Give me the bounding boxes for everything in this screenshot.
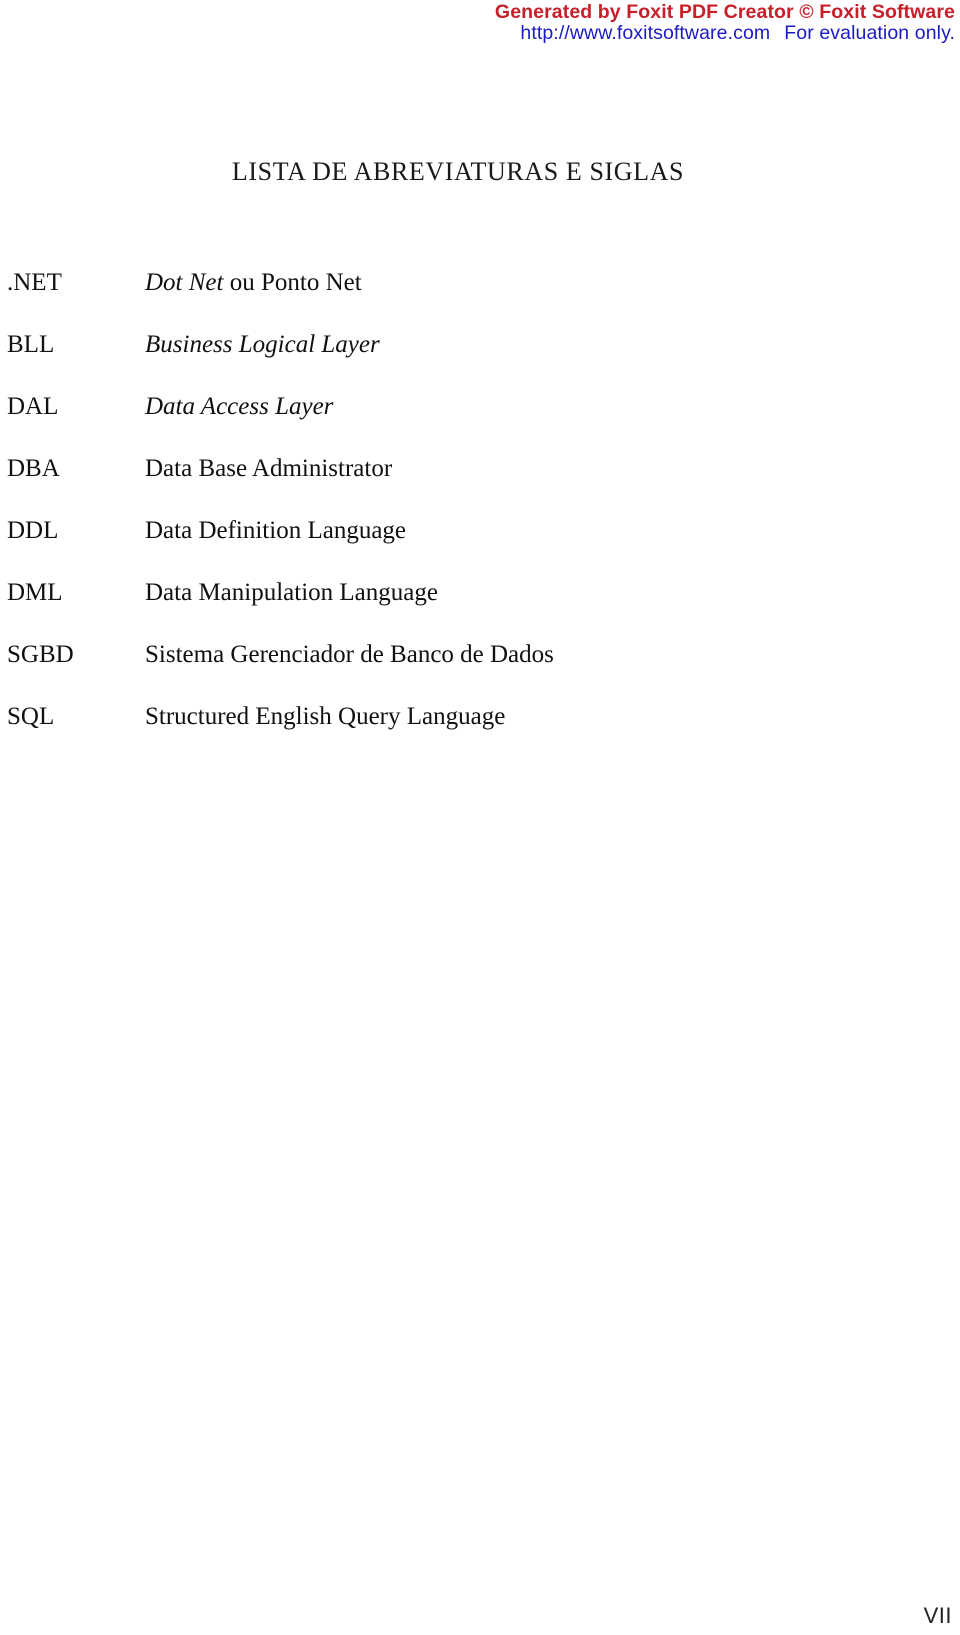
abbreviation-definition: Data Access Layer <box>145 393 334 420</box>
abbreviation-term: DAL <box>7 393 59 420</box>
abbreviation-term: DML <box>7 579 63 606</box>
page-number: VII <box>923 1603 952 1628</box>
abbreviation-term: DBA <box>7 455 60 482</box>
abbreviation-term: BLL <box>7 331 55 358</box>
abbreviation-row: DML Data Manipulation Language <box>0 578 960 640</box>
abbreviation-row: DBA Data Base Administrator <box>0 454 960 516</box>
abbreviation-row: .NET Dot Net ou Ponto Net <box>0 268 960 330</box>
abbreviation-row: SGBD Sistema Gerenciador de Banco de Dad… <box>0 640 960 702</box>
abbreviation-definition: Structured English Query Language <box>145 703 506 730</box>
foxit-watermark-banner: Generated by Foxit PDF Creator © Foxit S… <box>0 0 960 44</box>
abbreviation-row: BLL Business Logical Layer <box>0 330 960 392</box>
abbreviation-term: DDL <box>7 517 59 544</box>
abbreviation-definition: Business Logical Layer <box>145 331 380 358</box>
abbreviation-definition: Data Definition Language <box>145 517 407 544</box>
abbreviation-row: DAL Data Access Layer <box>0 392 960 454</box>
abbreviation-term: .NET <box>7 269 62 296</box>
page-title: LISTA DE ABREVIATURAS E SIGLAS <box>231 157 685 187</box>
abbreviation-definition: Data Manipulation Language <box>145 579 438 606</box>
abbreviation-row: SQL Structured English Query Language <box>0 702 960 764</box>
abbreviation-definition: Sistema Gerenciador de Banco de Dados <box>145 641 554 668</box>
watermark-url-text[interactable]: http://www.foxitsoftware.com <box>520 22 770 44</box>
abbreviation-definition-italic-part: Dot Net <box>145 269 224 296</box>
watermark-evaluation-note: For evaluation only. <box>784 22 955 45</box>
abbreviation-term: SGBD <box>7 641 74 668</box>
abbreviation-definition-roman-part: ou Ponto Net <box>223 269 362 296</box>
abbreviation-row: DDL Data Definition Language <box>0 516 960 578</box>
watermark-generated-by-line: Generated by Foxit PDF Creator © Foxit S… <box>494 1 955 23</box>
abbreviation-definition: Dot Net ou Ponto Net <box>145 268 362 298</box>
watermark-url-line: http://www.foxitsoftware.com For evaluati… <box>0 23 960 44</box>
abbreviation-definition: Data Base Administrator <box>145 455 393 482</box>
abbreviation-term: SQL <box>7 703 55 730</box>
abbreviation-list: .NET Dot Net ou Ponto Net BLL Business L… <box>0 268 960 764</box>
